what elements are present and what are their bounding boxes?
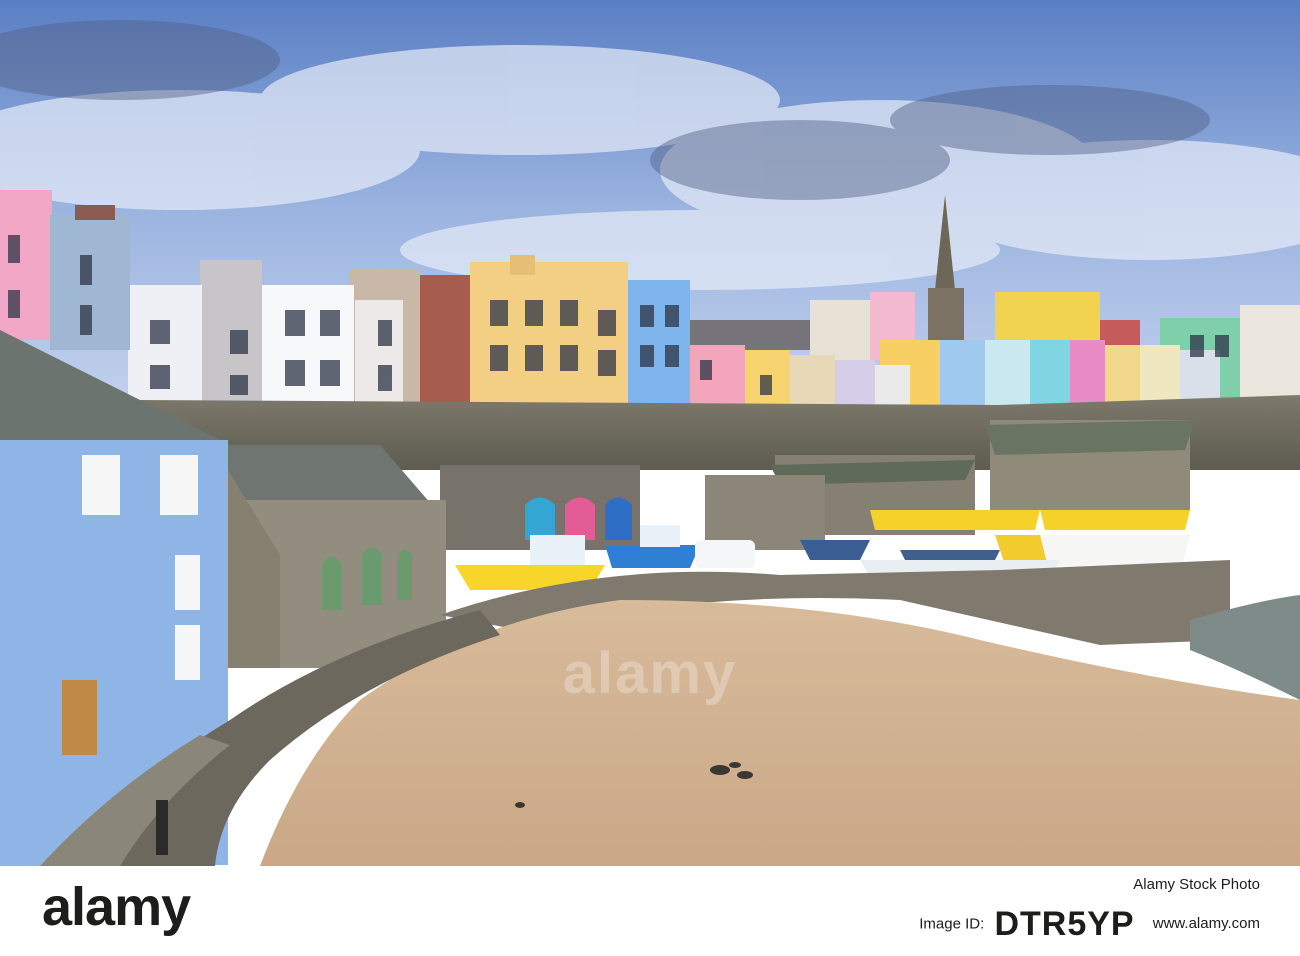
stock-line: Alamy Stock Photo bbox=[1133, 876, 1260, 893]
image-id: DTR5YP bbox=[994, 905, 1135, 943]
brand-logo: alamy bbox=[42, 877, 191, 937]
footer-bar: alamy Alamy Stock Photo Image ID: DTR5YP… bbox=[0, 866, 1300, 956]
boathouse-doors bbox=[525, 497, 632, 540]
bollard bbox=[156, 800, 168, 855]
image-meta: Alamy Stock Photo Image ID: DTR5YP www.a… bbox=[919, 876, 1260, 944]
photo: alamy bbox=[0, 0, 1300, 866]
image-id-label: Image ID: bbox=[919, 915, 985, 933]
site-url: www.alamy.com bbox=[1152, 915, 1260, 933]
harbour-scene bbox=[0, 0, 1300, 866]
image-id-line: Image ID: DTR5YP www.alamy.com bbox=[919, 905, 1260, 944]
